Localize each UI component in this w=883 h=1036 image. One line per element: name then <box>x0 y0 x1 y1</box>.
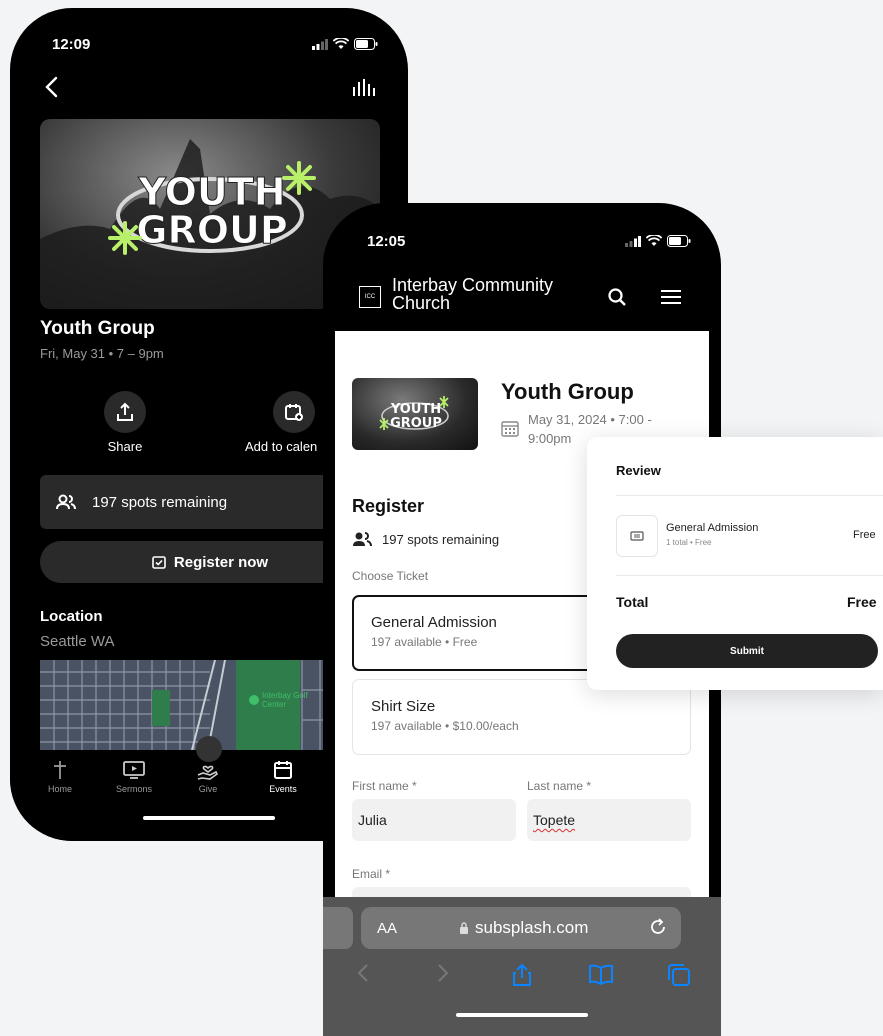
share-icon[interactable] <box>511 963 533 987</box>
system-icons <box>312 38 378 50</box>
wifi-icon <box>646 235 662 246</box>
system-icons <box>625 235 691 247</box>
review-item-name: General Admission <box>666 522 759 534</box>
share-action[interactable]: Share <box>80 391 170 454</box>
calendar-add-icon <box>285 404 303 421</box>
home-indicator[interactable] <box>143 816 275 820</box>
address-bar[interactable]: AA subsplash.com <box>361 907 681 949</box>
choose-ticket-label: Choose Ticket <box>352 569 429 583</box>
church-name[interactable]: Interbay Community Church <box>392 276 553 312</box>
tab-events-label: Events <box>269 784 297 794</box>
lock-icon <box>460 922 468 934</box>
calendar-check-icon <box>152 556 166 569</box>
hero-group-text: GROUP <box>136 208 287 252</box>
previous-tab-url-bar[interactable] <box>323 907 353 949</box>
battery-icon <box>354 38 378 50</box>
total-label: Total <box>616 594 649 610</box>
tab-home[interactable]: Home <box>30 756 90 794</box>
tab-give[interactable]: Give <box>178 756 238 794</box>
email-label: Email * <box>352 867 391 881</box>
home-indicator[interactable] <box>456 1013 588 1017</box>
event-datetime: Fri, May 31 • 7 – 9pm <box>40 346 164 361</box>
status-bar: 12:09 <box>10 36 408 56</box>
calendar-icon <box>501 421 519 437</box>
first-name-value: Julia <box>358 812 387 828</box>
ticket-icon <box>630 531 644 541</box>
divider <box>616 575 883 576</box>
spots-remaining: 197 spots remaining <box>352 531 499 547</box>
ticket-name: Shirt Size <box>371 698 436 715</box>
url-host-text: subsplash.com <box>475 918 589 937</box>
status-time: 12:05 <box>367 233 406 250</box>
spots-text: 197 spots remaining <box>382 531 500 547</box>
first-name-field[interactable]: Julia <box>352 799 516 841</box>
calendar-icon <box>274 761 292 779</box>
tab-give-label: Give <box>198 784 218 794</box>
tab-home-label: Home <box>47 784 72 794</box>
last-name-field[interactable]: Topete <box>527 799 691 841</box>
svg-text:GROUP: GROUP <box>390 416 442 431</box>
forward-chevron-icon[interactable] <box>437 963 449 983</box>
tab-sermons[interactable]: Sermons <box>104 756 164 794</box>
event-date-line1: May 31, 2024 • 7:00 - <box>528 412 652 427</box>
share-icon <box>117 402 133 421</box>
church-logo[interactable]: ICC <box>359 286 381 308</box>
battery-icon <box>667 235 691 247</box>
tab-sermons-label: Sermons <box>115 784 152 794</box>
last-name-label: Last name * <box>527 779 592 793</box>
review-title: Review <box>616 463 661 478</box>
tab-events[interactable]: Events <box>253 756 313 794</box>
signal-icon <box>312 38 328 50</box>
review-item-sub: 1 total • Free <box>666 538 712 547</box>
register-now-label: Register now <box>173 553 269 571</box>
tv-play-icon <box>123 761 145 779</box>
review-item-price: Free <box>853 529 876 541</box>
url-host: subsplash.com <box>459 918 588 938</box>
share-label: Share <box>107 439 143 454</box>
add-to-calendar-label: Add to calen <box>245 439 318 454</box>
wifi-icon <box>333 38 349 49</box>
last-name-value: Topete <box>533 812 576 828</box>
give-hand-icon <box>197 765 219 780</box>
people-icon <box>56 494 76 510</box>
hamburger-menu-icon[interactable] <box>661 289 681 305</box>
back-chevron-icon[interactable] <box>44 76 60 98</box>
tabs-icon[interactable] <box>667 963 691 987</box>
submit-button[interactable]: Submit <box>616 634 878 668</box>
ticket-detail: 197 available • $10.00/each <box>371 719 519 733</box>
bookmarks-icon[interactable] <box>588 963 614 985</box>
audio-bars-icon[interactable] <box>352 78 376 98</box>
location-title: Location <box>40 608 103 625</box>
site-header: ICC Interbay Community Church <box>335 263 709 331</box>
ticket-icon-box <box>616 515 658 557</box>
divider <box>616 495 883 496</box>
event-title: Youth Group <box>40 318 155 339</box>
register-heading: Register <box>352 496 425 516</box>
svg-text:YOUTH: YOUTH <box>390 402 441 417</box>
status-time: 12:09 <box>52 36 91 53</box>
church-name-line1: Interbay Community <box>392 275 554 295</box>
people-icon <box>353 532 372 547</box>
total-value: Free <box>847 594 877 610</box>
first-name-label: First name * <box>352 779 417 793</box>
map-poi-label: Interbay Golf Center <box>262 691 308 709</box>
church-name-line2: Church <box>392 293 451 313</box>
signal-icon <box>625 235 641 247</box>
cross-icon <box>54 761 66 779</box>
ticket-option-shirt-size[interactable]: Shirt Size 197 available • $10.00/each <box>352 679 691 755</box>
event-thumbnail: YOUTH GROUP <box>352 378 478 450</box>
location-value: Seattle WA <box>40 633 115 650</box>
review-card: Review General Admission 1 total • Free … <box>587 437 883 690</box>
event-title: Youth Group <box>501 379 634 404</box>
back-chevron-icon[interactable] <box>357 963 369 983</box>
reader-aa-button[interactable]: AA <box>377 920 397 937</box>
reload-icon[interactable] <box>649 918 667 936</box>
search-icon[interactable] <box>607 287 627 307</box>
spots-text: 197 spots remaining <box>92 493 228 511</box>
